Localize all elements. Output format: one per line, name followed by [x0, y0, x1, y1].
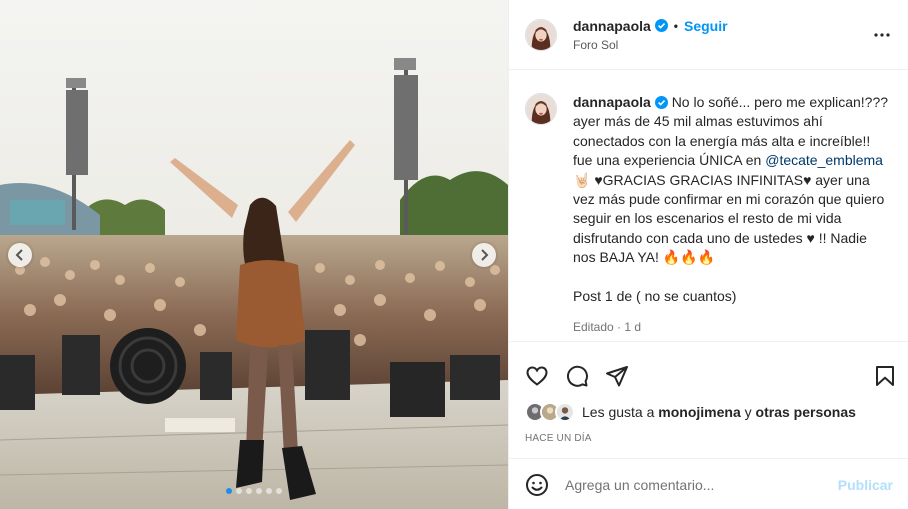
likes-connector: y [740, 404, 756, 420]
paper-plane-icon [606, 366, 628, 387]
previous-slide-button[interactable] [8, 243, 32, 267]
edited-timestamp: Editado · 1 d [573, 320, 642, 335]
header-text: dannapaola • Seguir Foro Sol [573, 18, 870, 52]
author-username[interactable]: dannapaola [573, 18, 651, 34]
action-icons [509, 342, 908, 396]
post-sidebar: dannapaola • Seguir Foro Sol dannapaola … [508, 0, 908, 509]
share-button[interactable] [605, 364, 629, 388]
chevron-right-icon [481, 249, 489, 261]
likes-text: Les gusta a monojimena y otras personas [582, 404, 856, 420]
comments-section[interactable]: dannapaola No lo soñé... pero me explica… [509, 70, 908, 340]
separator-dot: • [673, 18, 678, 33]
like-button[interactable] [525, 364, 549, 388]
comment-button[interactable] [565, 364, 589, 388]
slide-dot [276, 488, 282, 494]
slide-dot [226, 488, 232, 494]
slide-dot [256, 488, 262, 494]
heart-icon [526, 366, 548, 386]
slide-dot [266, 488, 272, 494]
caption-username-text[interactable]: dannapaola [573, 93, 651, 112]
save-button[interactable] [873, 364, 897, 388]
caption-body: dannapaola No lo soñé... pero me explica… [573, 93, 892, 338]
slide-dot [236, 488, 242, 494]
liker-avatar [555, 402, 575, 422]
header-user-line: dannapaola • Seguir [573, 18, 870, 34]
post-timestamp[interactable]: HACE UN DÍA [509, 433, 908, 444]
likes-prefix: Les gusta a [582, 404, 659, 420]
mention-link[interactable]: @tecate_emblema [765, 152, 883, 168]
add-comment-bar: Publicar [509, 458, 908, 509]
caption-post-note: Post 1 de ( no se cuantos) [573, 288, 737, 305]
caption: dannapaola No lo soñé... pero me explica… [525, 93, 892, 338]
more-horizontal-icon [874, 32, 890, 37]
caption-username[interactable]: dannapaola [573, 93, 668, 112]
chevron-left-icon [15, 249, 23, 261]
caption-avatar[interactable] [525, 93, 557, 125]
concert-photo [0, 0, 508, 509]
instagram-post: dannapaola • Seguir Foro Sol dannapaola … [0, 0, 908, 509]
slide-indicator [0, 488, 508, 494]
actions-panel: Les gusta a monojimena y otras personas … [509, 341, 908, 509]
comment-bubble-icon [566, 365, 588, 387]
post-media[interactable] [0, 0, 508, 509]
next-slide-button[interactable] [472, 243, 496, 267]
post-header: dannapaola • Seguir Foro Sol [509, 0, 908, 70]
verified-badge-icon [654, 19, 668, 32]
caption-text-end: 🤘🏻 ♥GRACIAS GRACIAS INFINITAS♥ ayer una … [573, 171, 885, 266]
liker-username[interactable]: monojimena [658, 404, 740, 420]
more-options-button[interactable] [870, 23, 894, 47]
slide-dot [246, 488, 252, 494]
verified-badge-icon [654, 96, 668, 110]
follow-button[interactable]: Seguir [684, 18, 728, 34]
likes-row: Les gusta a monojimena y otras personas [509, 399, 908, 425]
location-link[interactable]: Foro Sol [573, 38, 870, 52]
comment-input[interactable] [565, 476, 838, 493]
bookmark-icon [876, 366, 894, 386]
emoji-icon[interactable] [525, 473, 549, 497]
other-likers-link[interactable]: otras personas [756, 404, 856, 420]
author-avatar[interactable] [525, 18, 557, 51]
publish-button[interactable]: Publicar [838, 477, 893, 493]
